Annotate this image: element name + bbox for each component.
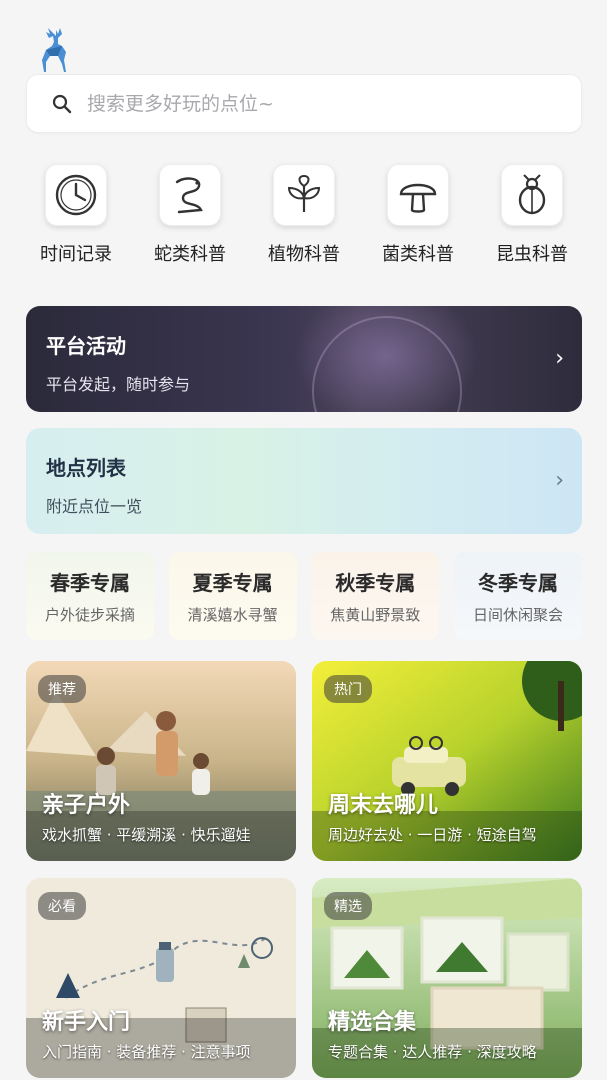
- deer-logo: [42, 28, 66, 72]
- card-weekend-trips[interactable]: 热门 周末去哪儿 周边好去处 · 一日游 · 短途自驾: [312, 661, 582, 861]
- place-list-banner[interactable]: 地点列表 附近点位一览 ›: [26, 428, 582, 534]
- banner-title: 平台活动: [46, 334, 126, 358]
- card-tag: 必看: [38, 892, 86, 920]
- season-subtitle: 日间休闲聚会: [472, 606, 563, 624]
- category-label: 植物科普: [268, 244, 340, 265]
- chevron-right-icon: ›: [555, 346, 564, 371]
- season-autumn[interactable]: 秋季专属 焦黄山野景致: [311, 552, 440, 640]
- season-summer[interactable]: 夏季专属 清溪嬉水寻蟹: [168, 552, 297, 640]
- season-subtitle: 户外徒步采摘: [44, 606, 135, 624]
- season-row: 春季专属 户外徒步采摘 夏季专属 清溪嬉水寻蟹 秋季专属 焦黄山野景致 冬季专属…: [26, 552, 582, 640]
- insect-icon: [518, 174, 546, 215]
- chevron-right-icon: ›: [555, 468, 564, 493]
- card-title: 新手入门: [42, 1010, 131, 1035]
- category-fungi[interactable]: 菌类科普: [368, 164, 468, 274]
- category-label: 时间记录: [40, 244, 112, 265]
- card-title: 精选合集: [328, 1010, 417, 1035]
- season-winter[interactable]: 冬季专属 日间休闲聚会: [453, 552, 582, 640]
- card-tag: 推荐: [38, 675, 86, 703]
- mushroom-icon: [399, 183, 437, 213]
- season-title: 春季专属: [50, 571, 130, 595]
- season-subtitle: 清溪嬉水寻蟹: [187, 606, 278, 624]
- category-tile: [45, 164, 107, 226]
- card-curated-collection[interactable]: 精选 精选合集 专题合集 · 达人推荐 · 深度攻略: [312, 878, 582, 1078]
- category-tile: [387, 164, 449, 226]
- search-bar[interactable]: [26, 74, 582, 133]
- banner-title: 地点列表: [46, 456, 126, 480]
- card-beginner-guide[interactable]: 必看 新手入门 入门指南 · 装备推荐 · 注意事项: [26, 878, 296, 1078]
- card-tag: 热门: [324, 675, 372, 703]
- season-title: 夏季专属: [192, 571, 273, 595]
- card-title: 亲子户外: [42, 793, 131, 818]
- category-plant[interactable]: 植物科普: [254, 164, 354, 274]
- season-title: 秋季专属: [335, 571, 416, 595]
- category-tile: [501, 164, 563, 226]
- category-label: 菌类科普: [382, 244, 454, 265]
- category-snake[interactable]: 蛇类科普: [140, 164, 240, 274]
- category-label: 蛇类科普: [154, 244, 226, 265]
- card-tag: 精选: [324, 892, 372, 920]
- category-insect[interactable]: 昆虫科普: [482, 164, 582, 274]
- season-subtitle: 焦黄山野景致: [330, 606, 421, 624]
- card-subtitle: 专题合集 · 达人推荐 · 深度攻略: [328, 1043, 537, 1061]
- snake-icon: [175, 177, 203, 214]
- category-row: 时间记录 蛇类科普 植物科普 菌类科普 昆虫科普: [26, 164, 582, 274]
- search-input[interactable]: [87, 92, 527, 115]
- season-spring[interactable]: 春季专属 户外徒步采摘: [26, 552, 154, 640]
- banner-subtitle: 附近点位一览: [46, 497, 143, 516]
- search-icon: [52, 94, 72, 113]
- category-tile: [159, 164, 221, 226]
- card-family-outdoor[interactable]: 推荐 亲子户外 戏水抓蟹 · 平缓溯溪 · 快乐遛娃: [26, 661, 296, 861]
- clock-icon: [55, 174, 97, 216]
- category-label: 昆虫科普: [496, 244, 568, 265]
- category-time-record[interactable]: 时间记录: [26, 164, 126, 274]
- platform-activity-banner[interactable]: 平台活动 平台发起，随时参与 ›: [26, 306, 582, 412]
- card-subtitle: 周边好去处 · 一日游 · 短途自驾: [328, 826, 537, 844]
- card-subtitle: 入门指南 · 装备推荐 · 注意事项: [42, 1043, 251, 1061]
- category-tile: [273, 164, 335, 226]
- card-title: 周末去哪儿: [328, 793, 439, 818]
- plant-icon: [287, 174, 321, 212]
- card-subtitle: 戏水抓蟹 · 平缓溯溪 · 快乐遛娃: [42, 826, 251, 844]
- season-title: 冬季专属: [477, 571, 558, 595]
- banner-subtitle: 平台发起，随时参与: [46, 375, 191, 394]
